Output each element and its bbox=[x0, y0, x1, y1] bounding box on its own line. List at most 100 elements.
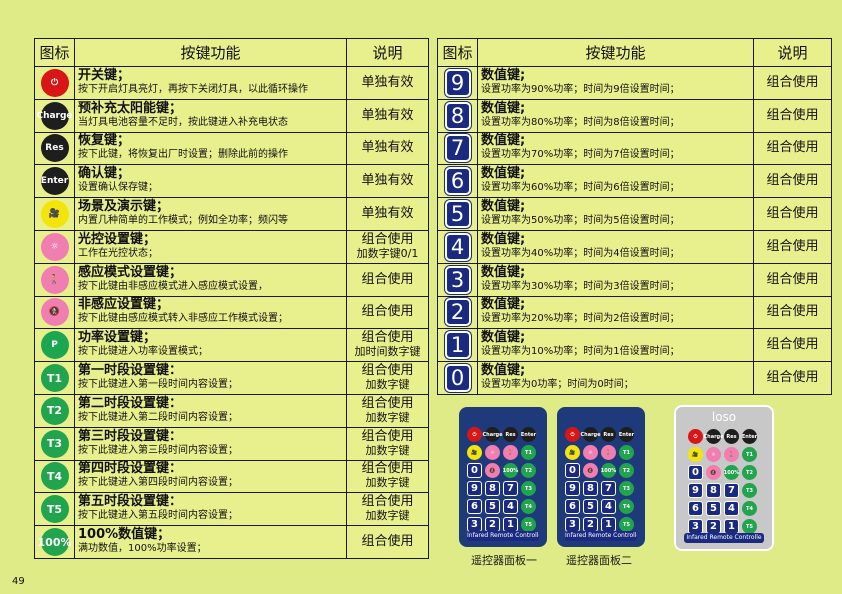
function-title: 感应模式设置键； bbox=[78, 264, 183, 280]
function-desc: 按下此键进入第四段时间内容设置； bbox=[78, 477, 238, 489]
function-desc: 设置功率为10%功率；时间为1倍设置时间； bbox=[481, 346, 680, 358]
header-note: 说明 bbox=[753, 38, 832, 67]
remote-key: 100% bbox=[601, 463, 616, 478]
remote-key: 6 bbox=[467, 499, 482, 514]
note-primary: 组合使用 bbox=[361, 363, 414, 379]
function-desc: 设置功率为40%功率；时间为4倍设置时间； bbox=[481, 247, 680, 259]
table-row: Res 恢复键； 按下此键，将恢复出厂时设置；删除此前的操作 单独有效 bbox=[34, 131, 429, 166]
note: 组合使用 bbox=[753, 66, 832, 100]
remote-key: Res bbox=[601, 427, 616, 442]
function-desc: 满功数值，100%功率设置； bbox=[78, 543, 207, 555]
number-key-icon: 1 bbox=[444, 331, 471, 360]
table-row: 6 数值键; 设置功率为60%功率；时间为6倍设置时间； 组合使用 bbox=[437, 164, 832, 199]
full-power-icon: 100% bbox=[38, 528, 72, 557]
remote-panel-3: loso ⏻ Charge Res Enter 🎥 ☼ 🚶 T1 0 🚷 100% T2 9 8 7 T3 6 5… bbox=[674, 405, 774, 551]
function-title: 确认键； bbox=[78, 166, 131, 182]
function-desc: 设置确认保存键； bbox=[78, 182, 158, 194]
table-row: 9 数值键; 设置功率为90%功率；时间为9倍设置时间； 组合使用 bbox=[437, 66, 832, 100]
note-primary: 组合使用 bbox=[361, 330, 414, 346]
reset-icon: Res bbox=[40, 134, 69, 163]
remote-key: Enter bbox=[742, 429, 757, 444]
remote-key: T2 bbox=[742, 465, 757, 480]
function-desc: 工作在光控状态； bbox=[78, 247, 158, 259]
remote-key: T5 bbox=[742, 519, 757, 534]
function-desc: 按下此键，将恢复出厂时设置；删除此前的操作 bbox=[78, 149, 288, 161]
number-key-icon: 5 bbox=[444, 200, 471, 229]
motion-sensor-icon: 🚶 bbox=[40, 265, 69, 294]
remote-key: T4 bbox=[619, 499, 634, 514]
remote-key: 100% bbox=[503, 463, 518, 478]
note-primary: 单独有效 bbox=[361, 140, 414, 156]
table-row: P 功率设置键； 按下此键进入功率设置模式； 组合使用 加时间数字键 bbox=[34, 328, 429, 363]
remote-key: ⏻ bbox=[467, 427, 482, 442]
table-row: ☼ 光控设置键； 工作在光控状态； 组合使用 加数字键0/1 bbox=[34, 229, 429, 264]
function-title: 第四时段设置键： bbox=[78, 461, 183, 477]
remote-key: Charge bbox=[703, 429, 724, 444]
table-row: 100% 100%数值键； 满功数值，100%功率设置； 组合使用 bbox=[34, 525, 429, 559]
note-secondary: 加数字键 bbox=[365, 410, 410, 424]
note: 组合使用 bbox=[753, 98, 832, 133]
remote-key: 7 bbox=[601, 481, 616, 496]
function-title: 光控设置键； bbox=[78, 231, 157, 247]
remote-key: T1 bbox=[619, 445, 634, 460]
page-number: 49 bbox=[12, 576, 25, 587]
table-row: 1 数值键; 设置功率为10%功率；时间为1倍设置时间； 组合使用 bbox=[437, 328, 832, 363]
note: 组合使用 bbox=[753, 164, 832, 199]
function-desc: 按下此键进入功率设置模式； bbox=[78, 346, 208, 358]
number-key-icon: 6 bbox=[444, 167, 471, 196]
function-desc: 设置功率为20%功率；时间为2倍设置时间； bbox=[481, 313, 680, 325]
table-row: 🚶 感应模式设置键； 按下此键由非感应模式进入感应模式设置， 组合使用 bbox=[34, 262, 429, 297]
note: 组合使用 bbox=[753, 361, 832, 395]
function-title: 数值键; bbox=[481, 231, 526, 247]
header-function: 按键功能 bbox=[477, 38, 754, 67]
remote-key: T4 bbox=[742, 501, 757, 516]
header-icon: 图标 bbox=[34, 38, 75, 67]
table-row: T2 第二时段设置键： 按下此键进入第二段时间内容设置； 组合使用 加数字键 bbox=[34, 393, 429, 428]
remote-key: 🎥 bbox=[467, 445, 482, 460]
function-title: 开关键； bbox=[78, 67, 131, 83]
table-row: T5 第五时段设置键： 按下此键进入第五段时间内容设置； 组合使用 加数字键 bbox=[34, 492, 429, 527]
function-desc: 按下此键进入第二段时间内容设置； bbox=[78, 411, 238, 423]
number-key-icon: 7 bbox=[444, 134, 471, 163]
function-title: 100%数值键； bbox=[78, 527, 171, 543]
table-row: 8 数值键; 设置功率为80%功率；时间为8倍设置时间； 组合使用 bbox=[437, 98, 832, 133]
function-title: 数值键; bbox=[481, 199, 526, 215]
remote-key: T3 bbox=[521, 481, 536, 496]
function-title: 第三时段设置键： bbox=[78, 428, 183, 444]
t4-icon: T4 bbox=[40, 462, 69, 491]
remote-key: 0 bbox=[565, 463, 580, 478]
table-row: T1 第一时段设置键： 按下此键进入第一段时间内容设置； 组合使用 加数字键 bbox=[34, 361, 429, 395]
table-row: 🚷 非感应设置键； 按下此键由感应模式转入非感应工作模式设置； 组合使用 bbox=[34, 295, 429, 330]
function-title: 预补充太阳能键； bbox=[78, 100, 183, 116]
remote-3-keys: ⏻ Charge Res Enter 🎥 ☼ 🚶 T1 0 🚷 100% T2 9 8 7 T3 6 5 4 T4 3 2… bbox=[688, 429, 757, 534]
function-title: 数值键; bbox=[481, 166, 526, 182]
remote-key: ☼ bbox=[706, 447, 721, 462]
remote-key: Charge bbox=[482, 427, 503, 442]
table-row: 3 数值键; 设置功率为30%功率；时间为3倍设置时间； 组合使用 bbox=[437, 262, 832, 297]
t1-icon: T1 bbox=[40, 364, 69, 393]
remote-key: 8 bbox=[485, 481, 500, 496]
header-note: 说明 bbox=[346, 38, 429, 67]
function-title: 数值键; bbox=[481, 133, 526, 149]
note-secondary: 加数字键 bbox=[365, 378, 410, 392]
remote-key: T5 bbox=[619, 517, 634, 532]
remote-key: Res bbox=[724, 429, 739, 444]
function-title: 恢复键； bbox=[78, 133, 131, 149]
table-row: T3 第三时段设置键： 按下此键进入第三段时间内容设置； 组合使用 加数字键 bbox=[34, 426, 429, 461]
remote-key: 4 bbox=[503, 499, 518, 514]
remote-key: 🚷 bbox=[485, 463, 500, 478]
table-row: Enter 确认键； 设置确认保存键； 单独有效 bbox=[34, 164, 429, 199]
function-desc: 按下此键由非感应模式进入感应模式设置， bbox=[78, 280, 268, 292]
remote-key: ☼ bbox=[485, 445, 500, 460]
function-desc: 内置几种简单的工作模式；例如全功率；频闪等 bbox=[78, 215, 288, 227]
remote-3-brand: loso bbox=[711, 410, 737, 424]
remote-key: 6 bbox=[688, 501, 703, 516]
remote-key: 🎥 bbox=[688, 447, 703, 462]
function-desc: 按下此键进入第一段时间内容设置； bbox=[78, 379, 238, 391]
remote-key: 5 bbox=[485, 499, 500, 514]
remote-key: 100% bbox=[724, 465, 739, 480]
remote-key: 9 bbox=[688, 483, 703, 498]
note: 组合使用 bbox=[753, 262, 832, 297]
light-sensor-icon: ☼ bbox=[40, 232, 69, 261]
note-primary: 单独有效 bbox=[361, 107, 414, 123]
